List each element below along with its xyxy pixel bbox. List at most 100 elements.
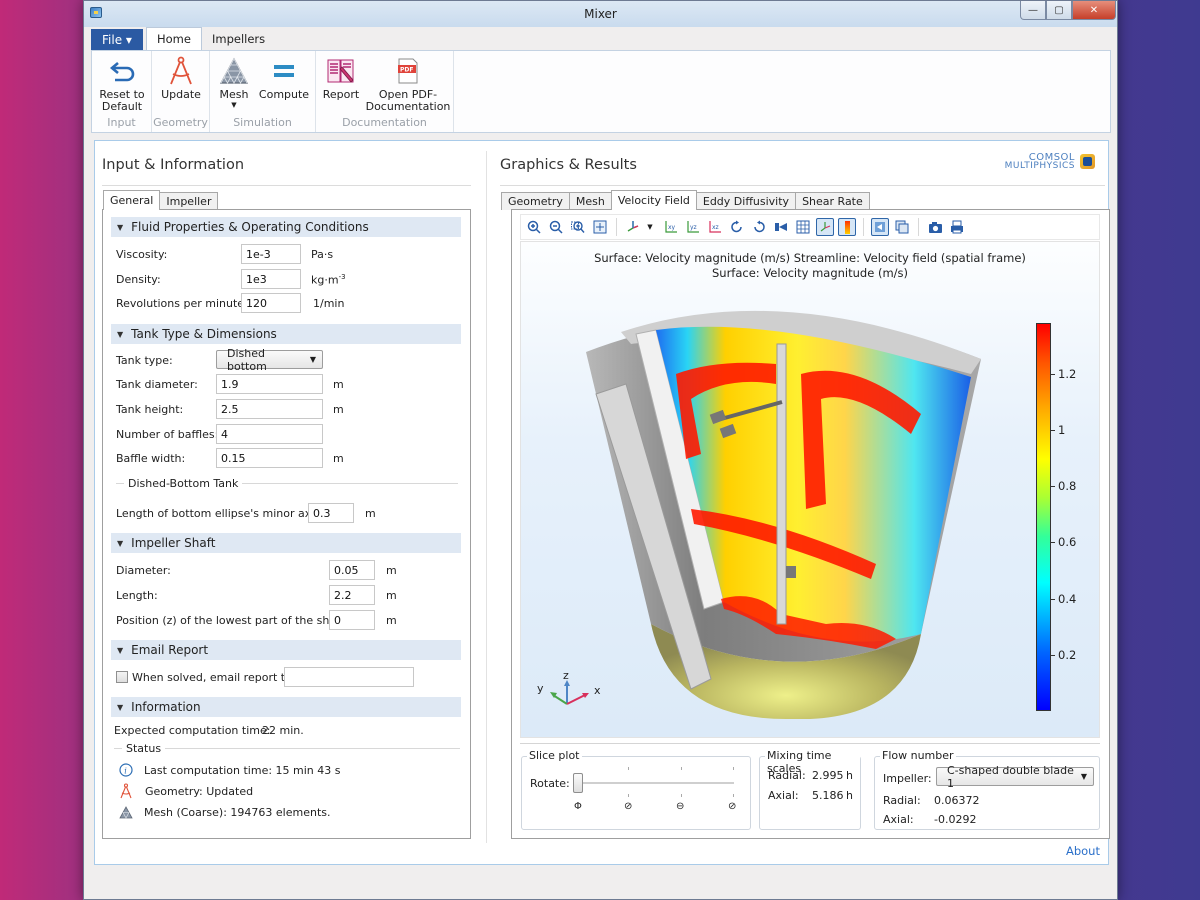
file-menu-button[interactable]: File ▾ <box>91 29 143 50</box>
comsol-logo: COMSOL MULTIPHYSICS <box>981 153 1101 175</box>
density-input[interactable] <box>241 269 301 289</box>
minor-axis-label: Length of bottom ellipse's minor axis: <box>116 507 324 520</box>
tank-diameter-label: Tank diameter: <box>116 378 198 391</box>
input-information-title: Input & Information <box>102 157 245 173</box>
mesh-button[interactable]: Mesh ▼ <box>216 55 252 109</box>
tab-velocity-field[interactable]: Velocity Field <box>610 190 697 210</box>
panel-splitter[interactable] <box>486 151 487 843</box>
maximize-button[interactable]: ▢ <box>1046 1 1072 20</box>
zoom-out-icon[interactable] <box>547 218 565 236</box>
viscosity-input[interactable] <box>241 244 301 264</box>
group-line <box>165 748 460 749</box>
slider-tick <box>681 767 682 770</box>
print-icon[interactable] <box>948 218 966 236</box>
slice-plot-legend: Slice plot <box>527 749 582 762</box>
logo-mark-icon <box>1080 154 1095 169</box>
section-title: Information <box>131 700 201 714</box>
colorbar-tick-label: 0.6 <box>1058 535 1077 550</box>
camera-view-icon[interactable] <box>772 218 790 236</box>
email-report-label: When solved, email report to: <box>132 671 296 684</box>
baffles-input[interactable] <box>216 424 323 444</box>
general-settings-panel: ▼ Fluid Properties & Operating Conditions… <box>102 209 471 839</box>
tank-height-input[interactable] <box>216 399 323 419</box>
impeller-select[interactable]: C-shaped double blade 1 ▼ <box>936 764 1094 790</box>
fluid-properties-section-header[interactable]: ▼ Fluid Properties & Operating Conditions <box>111 217 461 237</box>
rotate-slider-thumb[interactable] <box>573 773 583 793</box>
tab-home[interactable]: Home <box>146 27 202 50</box>
slice-plot-group: Slice plot Rotate: Φ ⊘ ⊖ ⊘ <box>521 749 751 830</box>
tab-impeller[interactable]: Impeller <box>159 192 219 210</box>
tank-dimensions-section-header[interactable]: ▼ Tank Type & Dimensions <box>111 324 461 344</box>
impeller-label: Impeller: <box>883 772 932 785</box>
shaft-position-input[interactable] <box>329 610 375 630</box>
xz-view-icon[interactable]: xz <box>706 218 724 236</box>
color-legend-icon[interactable] <box>838 218 856 236</box>
email-report-checkbox[interactable] <box>116 671 128 683</box>
tank-height-label: Tank height: <box>116 403 184 416</box>
tab-shear-rate[interactable]: Shear Rate <box>795 192 870 210</box>
axis-orientation-icon[interactable] <box>816 218 834 236</box>
grid-icon[interactable] <box>794 218 812 236</box>
collapse-triangle-icon: ▼ <box>117 222 124 232</box>
colorbar-tick-label: 0.4 <box>1058 591 1077 606</box>
tab-general[interactable]: General <box>103 190 161 210</box>
reset-to-default-button[interactable]: Reset to Default <box>96 55 148 113</box>
yz-view-icon[interactable]: yz <box>684 218 702 236</box>
tab-geometry[interactable]: Geometry <box>501 192 570 210</box>
update-geometry-button[interactable]: Update <box>157 55 205 101</box>
ribbon-group-input: Reset to Default Input <box>92 51 152 132</box>
expected-time-label: Expected computation time: <box>114 724 271 737</box>
baffle-width-input[interactable] <box>216 448 323 468</box>
snapshot-icon[interactable] <box>926 218 944 236</box>
dished-bottom-group: Dished-Bottom Tank <box>116 477 458 490</box>
mixing-time-group: Mixing time scales Radial: 2.995 h Axial… <box>759 749 861 830</box>
tab-impellers[interactable]: Impellers <box>202 27 275 50</box>
open-pdf-documentation-button[interactable]: PDF Open PDF- Documentation <box>366 55 450 113</box>
flow-radial-value: 0.06372 <box>934 794 980 807</box>
rotate-ccw-icon[interactable] <box>750 218 768 236</box>
3d-graphics-viewport[interactable]: Surface: Velocity magnitude (m/s) Stream… <box>520 241 1100 738</box>
mesh-dropdown-caret-icon[interactable]: ▼ <box>231 101 236 109</box>
compute-button[interactable]: Compute <box>258 55 310 101</box>
about-link[interactable]: About <box>1066 844 1100 858</box>
minor-axis-input[interactable] <box>308 503 354 523</box>
close-button[interactable]: ✕ <box>1072 1 1116 20</box>
information-section-header[interactable]: ▼ Information <box>111 697 461 717</box>
xy-view-icon[interactable]: xy <box>662 218 680 236</box>
tank-type-select[interactable]: Dished bottom ▼ <box>216 347 323 373</box>
zoom-in-icon[interactable] <box>525 218 543 236</box>
group-line <box>114 748 122 749</box>
email-address-input[interactable] <box>284 667 414 687</box>
zoom-extents-icon[interactable] <box>591 218 609 236</box>
rpm-input[interactable] <box>241 293 301 313</box>
ribbon-toolbar: Reset to Default Input Update Geometry M… <box>91 50 1111 133</box>
wireframe-icon[interactable] <box>893 218 911 236</box>
shaft-length-input[interactable] <box>329 585 375 605</box>
flow-radial-label: Radial: <box>883 794 921 807</box>
ribbon-group-label: Documentation <box>342 116 427 129</box>
shaft-diameter-unit: m <box>386 564 397 577</box>
colorbar-tick-label: 0.8 <box>1058 479 1077 494</box>
impeller-shaft-section-header[interactable]: ▼ Impeller Shaft <box>111 533 461 553</box>
ribbon-group-label: Simulation <box>233 116 292 129</box>
axis-views-dropdown-icon[interactable]: ▼ <box>646 218 654 236</box>
rotate-slider-track[interactable] <box>574 782 734 784</box>
report-button[interactable]: Report <box>321 55 361 101</box>
tab-mesh[interactable]: Mesh <box>568 192 612 210</box>
update-label: Update <box>161 88 201 101</box>
colorbar-gradient <box>1036 323 1051 711</box>
minimize-button[interactable]: — <box>1020 1 1046 20</box>
tank-diameter-input[interactable] <box>216 374 323 394</box>
email-report-section-header[interactable]: ▼ Email Report <box>111 640 461 660</box>
tab-eddy-diffusivity[interactable]: Eddy Diffusivity <box>695 192 797 210</box>
transparency-icon[interactable] <box>871 218 889 236</box>
z-axis-label: z <box>563 670 569 682</box>
axis-views-icon[interactable] <box>624 218 642 236</box>
rotate-cw-icon[interactable] <box>728 218 746 236</box>
density-label: Density: <box>116 273 161 286</box>
chevron-down-icon: ▼ <box>309 355 316 364</box>
zoom-box-icon[interactable] <box>569 218 587 236</box>
shaft-diameter-input[interactable] <box>329 560 375 580</box>
flow-axial-value: -0.0292 <box>934 813 977 826</box>
baffle-width-label: Baffle width: <box>116 452 186 465</box>
